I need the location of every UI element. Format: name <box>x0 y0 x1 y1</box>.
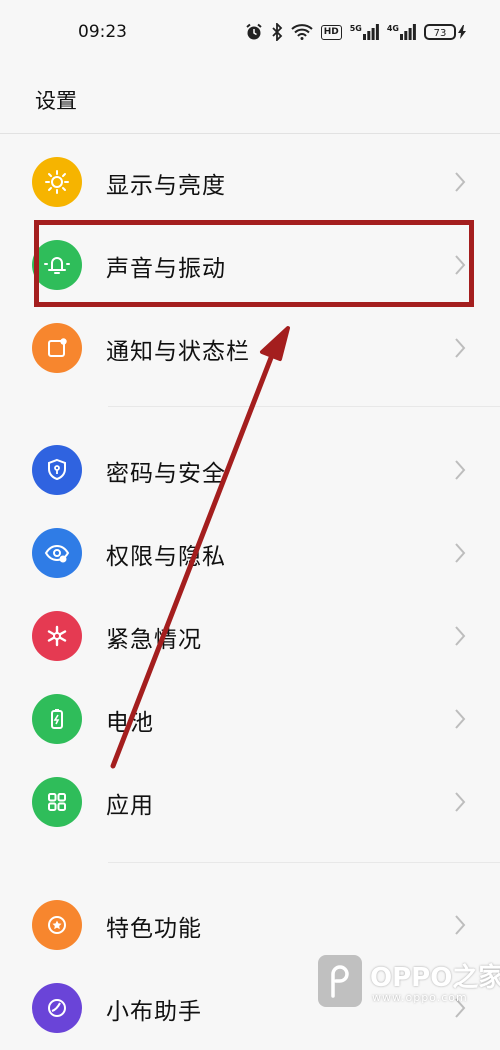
annotation-arrow <box>110 326 290 769</box>
watermark: OPPO之家 www.oppo.com <box>318 955 500 1007</box>
watermark-logo-icon <box>318 955 362 1007</box>
watermark-url: www.oppo.com <box>372 991 468 1004</box>
watermark-brand: OPPO之家 <box>370 963 500 993</box>
